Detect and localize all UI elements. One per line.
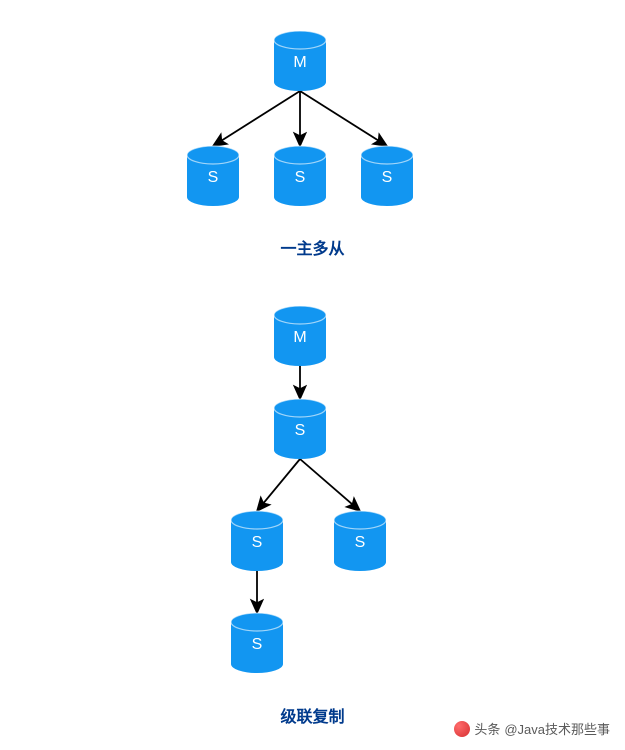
watermark-icon bbox=[454, 721, 470, 737]
d1-node-m1-label: M bbox=[293, 54, 306, 71]
watermark-handle: @Java技术那些事 bbox=[504, 719, 610, 738]
d2-node-m2: M bbox=[274, 306, 326, 366]
d1-node-m1: M bbox=[274, 31, 326, 91]
d1-node-s3: S bbox=[361, 146, 413, 206]
d2-node-s24-label: S bbox=[252, 636, 263, 653]
d2-edge-1 bbox=[257, 459, 300, 511]
d1-node-s3-label: S bbox=[382, 169, 393, 186]
d2-node-s23-label: S bbox=[355, 534, 366, 551]
d1-node-s2: S bbox=[274, 146, 326, 206]
watermark: 头条 @Java技术那些事 bbox=[454, 719, 610, 738]
d1-edge-0 bbox=[213, 91, 300, 146]
d1-edge-2 bbox=[300, 91, 387, 146]
d1-node-s2-label: S bbox=[295, 169, 306, 186]
d2-node-s21: S bbox=[274, 399, 326, 459]
d2-node-s22-label: S bbox=[252, 534, 263, 551]
diagram-root: MSSSMSSSS 一主多从 级联复制 头条 @Java技术那些事 bbox=[0, 0, 625, 750]
d2-edge-2 bbox=[300, 459, 360, 511]
d2-node-s23: S bbox=[334, 511, 386, 571]
watermark-prefix: 头条 bbox=[474, 719, 500, 738]
d2-node-m2-label: M bbox=[293, 329, 306, 346]
d2-node-s22: S bbox=[231, 511, 283, 571]
d1-node-s1-label: S bbox=[208, 169, 219, 186]
d1-node-s1: S bbox=[187, 146, 239, 206]
d2-node-s21-label: S bbox=[295, 422, 306, 439]
caption-diagram1: 一主多从 bbox=[0, 235, 625, 259]
d2-node-s24: S bbox=[231, 613, 283, 673]
diagram-svg: M S S S M S S S S bbox=[0, 0, 625, 750]
